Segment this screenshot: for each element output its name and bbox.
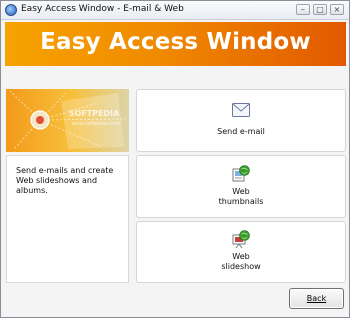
header-banner: Easy Access Window: [5, 22, 346, 66]
maximize-button[interactable]: □: [313, 4, 327, 15]
app-logo-icon: [5, 4, 17, 16]
web-thumbnails-label-line1: Web: [232, 187, 250, 196]
description-text: Send e-mails and create Web slideshows a…: [16, 166, 114, 195]
web-slideshow-label-line1: Web: [232, 252, 250, 261]
envelope-icon: [232, 103, 250, 117]
banner-title: Easy Access Window: [40, 29, 311, 55]
window-title: Easy Access Window - E-mail & Web: [21, 4, 184, 14]
watermark-subtext: www.softpedia.com: [72, 121, 121, 127]
web-thumbnails-tile[interactable]: Web thumbnails: [136, 155, 346, 218]
web-slideshow-tile[interactable]: Web slideshow: [136, 221, 346, 283]
minimize-button[interactable]: –: [296, 4, 310, 15]
back-button[interactable]: Back: [289, 288, 344, 309]
send-email-label: Send e-mail: [217, 127, 265, 136]
close-button[interactable]: ×: [330, 4, 344, 15]
web-thumbnails-label-line2: thumbnails: [218, 197, 264, 206]
web-slideshow-icon: [232, 230, 250, 249]
web-slideshow-label-line2: slideshow: [221, 262, 261, 271]
hero-image: SOFTPEDIA www.softpedia.com: [6, 89, 129, 152]
send-email-tile[interactable]: Send e-mail: [136, 89, 346, 152]
app-window: Easy Access Window - E-mail & Web – □ × …: [0, 0, 350, 318]
description-panel: Send e-mails and create Web slideshows a…: [6, 155, 129, 283]
title-bar[interactable]: Easy Access Window - E-mail & Web – □ ×: [1, 1, 349, 20]
web-thumbnails-icon: [232, 165, 250, 182]
watermark-text: SOFTPEDIA: [69, 109, 120, 118]
